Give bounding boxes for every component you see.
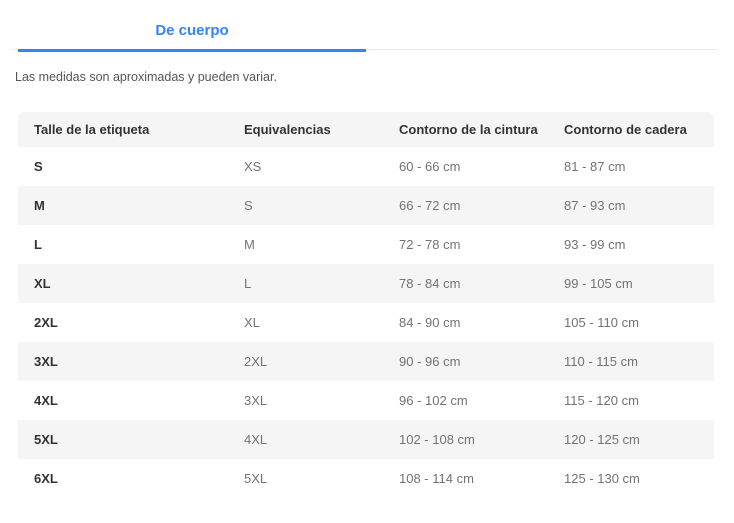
label-size-cell: 2XL xyxy=(18,303,228,342)
waist-cell: 102 - 108 cm xyxy=(383,420,548,459)
equivalence-cell: 2XL xyxy=(228,342,383,381)
equivalence-cell: M xyxy=(228,225,383,264)
table-row: 2XLXL84 - 90 cm105 - 110 cm xyxy=(18,303,714,342)
hip-cell: 81 - 87 cm xyxy=(548,147,714,186)
table-row: SXS60 - 66 cm81 - 87 cm xyxy=(18,147,714,186)
table-row: 4XL3XL96 - 102 cm115 - 120 cm xyxy=(18,381,714,420)
hip-cell: 105 - 110 cm xyxy=(548,303,714,342)
hip-cell: 87 - 93 cm xyxy=(548,186,714,225)
waist-cell: 78 - 84 cm xyxy=(383,264,548,303)
equivalence-cell: 3XL xyxy=(228,381,383,420)
tabs-bar: De cuerpo xyxy=(0,0,734,52)
label-size-cell: 3XL xyxy=(18,342,228,381)
label-size-cell: 5XL xyxy=(18,420,228,459)
size-table-header: Talle de la etiqueta Equivalencias Conto… xyxy=(18,112,714,147)
table-row: 5XL4XL102 - 108 cm120 - 125 cm xyxy=(18,420,714,459)
table-row: MS66 - 72 cm87 - 93 cm xyxy=(18,186,714,225)
size-table: Talle de la etiqueta Equivalencias Conto… xyxy=(18,112,714,498)
waist-cell: 72 - 78 cm xyxy=(383,225,548,264)
header-row: Talle de la etiqueta Equivalencias Conto… xyxy=(18,112,714,147)
waist-cell: 84 - 90 cm xyxy=(383,303,548,342)
table-row: 3XL2XL90 - 96 cm110 - 115 cm xyxy=(18,342,714,381)
label-size-cell: L xyxy=(18,225,228,264)
tab-de-cuerpo[interactable]: De cuerpo xyxy=(18,22,366,52)
size-guide-panel: De cuerpo Las medidas son aproximadas y … xyxy=(0,0,734,523)
hip-cell: 99 - 105 cm xyxy=(548,264,714,303)
column-header-equivalence: Equivalencias xyxy=(228,112,383,147)
hip-cell: 120 - 125 cm xyxy=(548,420,714,459)
waist-cell: 96 - 102 cm xyxy=(383,381,548,420)
column-header-waist: Contorno de la cintura xyxy=(383,112,548,147)
label-size-cell: 6XL xyxy=(18,459,228,498)
label-size-cell: 4XL xyxy=(18,381,228,420)
equivalence-cell: 5XL xyxy=(228,459,383,498)
table-row: LM72 - 78 cm93 - 99 cm xyxy=(18,225,714,264)
equivalence-cell: XS xyxy=(228,147,383,186)
column-header-label-size: Talle de la etiqueta xyxy=(18,112,228,147)
waist-cell: 60 - 66 cm xyxy=(383,147,548,186)
equivalence-cell: 4XL xyxy=(228,420,383,459)
table-row: XLL78 - 84 cm99 - 105 cm xyxy=(18,264,714,303)
equivalence-cell: XL xyxy=(228,303,383,342)
waist-cell: 90 - 96 cm xyxy=(383,342,548,381)
size-table-body: SXS60 - 66 cm81 - 87 cmMS66 - 72 cm87 - … xyxy=(18,147,714,498)
label-size-cell: XL xyxy=(18,264,228,303)
waist-cell: 108 - 114 cm xyxy=(383,459,548,498)
table-row: 6XL5XL108 - 114 cm125 - 130 cm xyxy=(18,459,714,498)
label-size-cell: M xyxy=(18,186,228,225)
column-header-hip: Contorno de cadera xyxy=(548,112,714,147)
size-table-container: Talle de la etiqueta Equivalencias Conto… xyxy=(18,112,714,498)
equivalence-cell: L xyxy=(228,264,383,303)
measurements-note: Las medidas son aproximadas y pueden var… xyxy=(15,70,277,84)
hip-cell: 125 - 130 cm xyxy=(548,459,714,498)
hip-cell: 115 - 120 cm xyxy=(548,381,714,420)
equivalence-cell: S xyxy=(228,186,383,225)
hip-cell: 93 - 99 cm xyxy=(548,225,714,264)
label-size-cell: S xyxy=(18,147,228,186)
hip-cell: 110 - 115 cm xyxy=(548,342,714,381)
waist-cell: 66 - 72 cm xyxy=(383,186,548,225)
